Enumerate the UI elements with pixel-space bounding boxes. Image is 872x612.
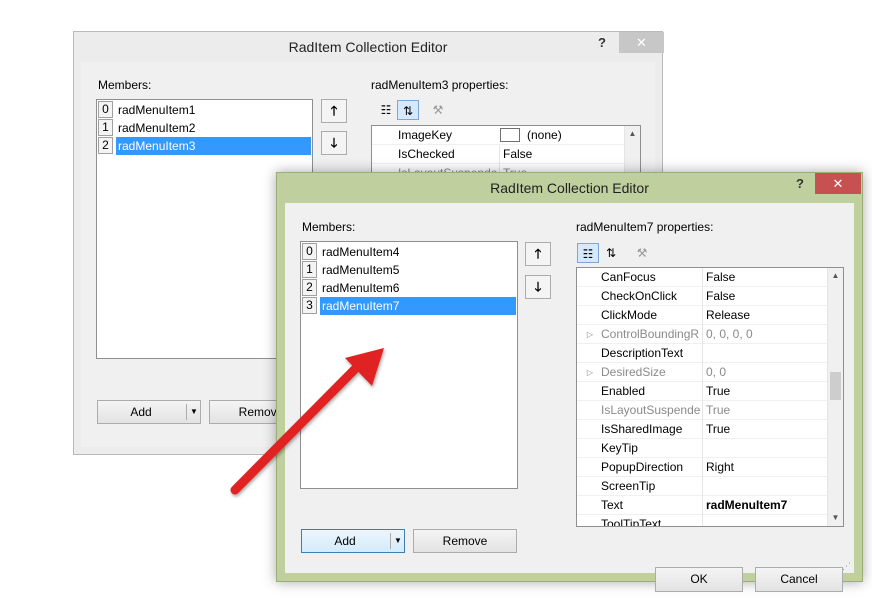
red-arrow-icon [230,348,384,495]
